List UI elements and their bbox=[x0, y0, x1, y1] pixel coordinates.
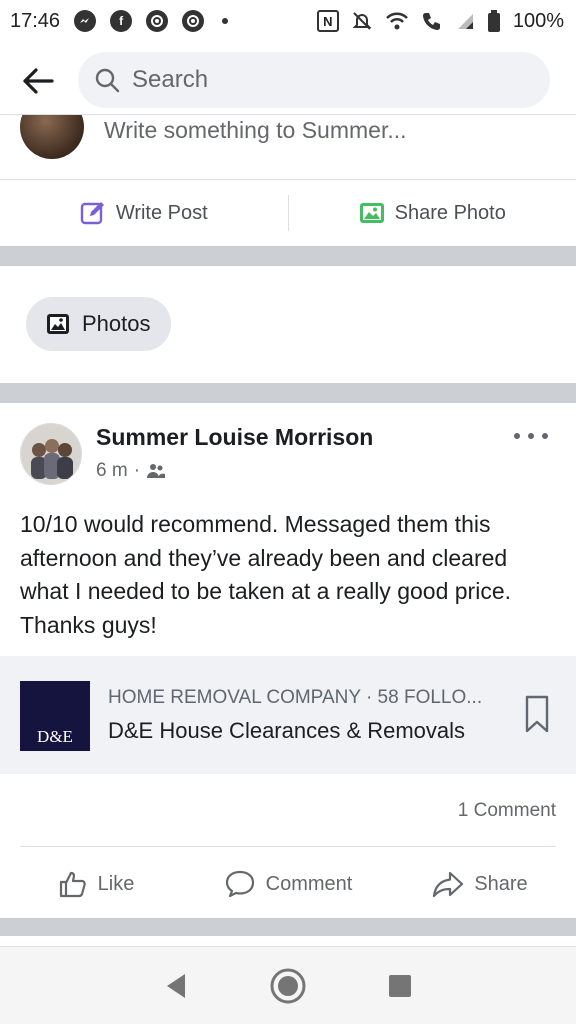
share-photo-button[interactable]: Share Photo bbox=[289, 200, 576, 226]
comment-count[interactable]: 1 Comment bbox=[458, 800, 556, 822]
composer-actions: Write Post Share Photo bbox=[0, 180, 576, 246]
nav-home-button[interactable] bbox=[268, 966, 308, 1006]
divider bbox=[20, 846, 556, 847]
page-logo: D&E bbox=[20, 681, 90, 751]
share-label: Share bbox=[474, 872, 528, 895]
dot bbox=[542, 433, 548, 439]
write-post-label: Write Post bbox=[115, 201, 208, 224]
group-photo-icon bbox=[21, 424, 81, 484]
link-caption: HOME REMOVAL COMPANY · 58 FOLLO... bbox=[108, 687, 483, 708]
share-icon bbox=[433, 871, 464, 898]
status-bar: 17:46 f N 100% bbox=[0, 0, 576, 42]
post-author-name[interactable]: Summer Louise Morrison bbox=[96, 424, 373, 451]
share-photo-label: Share Photo bbox=[394, 201, 506, 224]
nav-home-icon bbox=[270, 968, 306, 1003]
thumbs-up-icon bbox=[59, 871, 86, 898]
status-icons: N 100% bbox=[316, 9, 564, 33]
avatar[interactable] bbox=[20, 115, 84, 159]
wifi-icon bbox=[385, 11, 409, 31]
comment-icon bbox=[225, 870, 254, 898]
nav-back-icon bbox=[167, 973, 185, 998]
nfc-icon: N bbox=[316, 10, 339, 32]
section-separator bbox=[0, 246, 576, 266]
more-notifications-dot bbox=[222, 18, 229, 24]
save-button[interactable] bbox=[522, 694, 552, 734]
composer: Write something to Summer... bbox=[0, 114, 576, 180]
link-preview-card[interactable]: D&E bbox=[0, 656, 576, 774]
section-separator bbox=[0, 383, 576, 403]
photos-label: Photos bbox=[82, 311, 151, 336]
search-placeholder: Search bbox=[132, 66, 209, 93]
share-button[interactable]: Share bbox=[384, 870, 576, 898]
nav-back-button[interactable] bbox=[156, 966, 196, 1006]
more-options-button[interactable] bbox=[514, 428, 548, 444]
chrome-icon bbox=[146, 10, 169, 32]
post-actions: Like Comment Share bbox=[0, 856, 576, 912]
dot bbox=[528, 433, 534, 439]
dot bbox=[514, 433, 520, 439]
nav-recents-button[interactable] bbox=[380, 966, 420, 1006]
search-input[interactable]: Search bbox=[78, 52, 550, 108]
bookmark-icon bbox=[525, 695, 549, 733]
link-title[interactable]: D&E House Clearances & Removals bbox=[108, 718, 465, 744]
back-button[interactable] bbox=[18, 61, 58, 101]
battery-percent: 100% bbox=[512, 9, 564, 32]
post-time[interactable]: 6 m bbox=[96, 460, 128, 482]
call-icon bbox=[421, 10, 443, 32]
meta-separator: · bbox=[133, 460, 141, 481]
mute-icon bbox=[351, 10, 373, 32]
facebook-icon: f bbox=[110, 10, 133, 32]
nav-recents-icon bbox=[389, 974, 411, 997]
photo-icon bbox=[359, 203, 384, 223]
section-separator bbox=[0, 918, 576, 936]
composer-input[interactable]: Write something to Summer... bbox=[104, 117, 407, 144]
like-label: Like bbox=[97, 872, 135, 895]
battery-icon bbox=[487, 10, 501, 32]
post-author-avatar[interactable] bbox=[20, 423, 82, 485]
post-meta: 6 m · bbox=[96, 460, 166, 482]
system-nav-bar bbox=[0, 946, 576, 1024]
header: Search bbox=[0, 48, 576, 114]
status-time: 17:46 bbox=[10, 9, 61, 32]
photos-icon bbox=[47, 314, 69, 334]
messenger-icon bbox=[74, 10, 97, 32]
signal-icon bbox=[455, 12, 475, 30]
post-text: 10/10 would recommend. Messaged them thi… bbox=[20, 511, 511, 638]
write-post-button[interactable]: Write Post bbox=[0, 200, 288, 226]
logo-text: D&E bbox=[37, 727, 73, 746]
photos-button[interactable]: Photos bbox=[26, 297, 171, 351]
edit-icon bbox=[80, 202, 104, 225]
like-button[interactable]: Like bbox=[0, 869, 192, 899]
comment-button[interactable]: Comment bbox=[192, 869, 384, 899]
search-icon bbox=[95, 68, 120, 93]
back-arrow-icon bbox=[23, 68, 54, 94]
friends-icon bbox=[147, 464, 166, 478]
chrome-icon bbox=[182, 10, 205, 32]
comment-label: Comment bbox=[265, 872, 353, 895]
